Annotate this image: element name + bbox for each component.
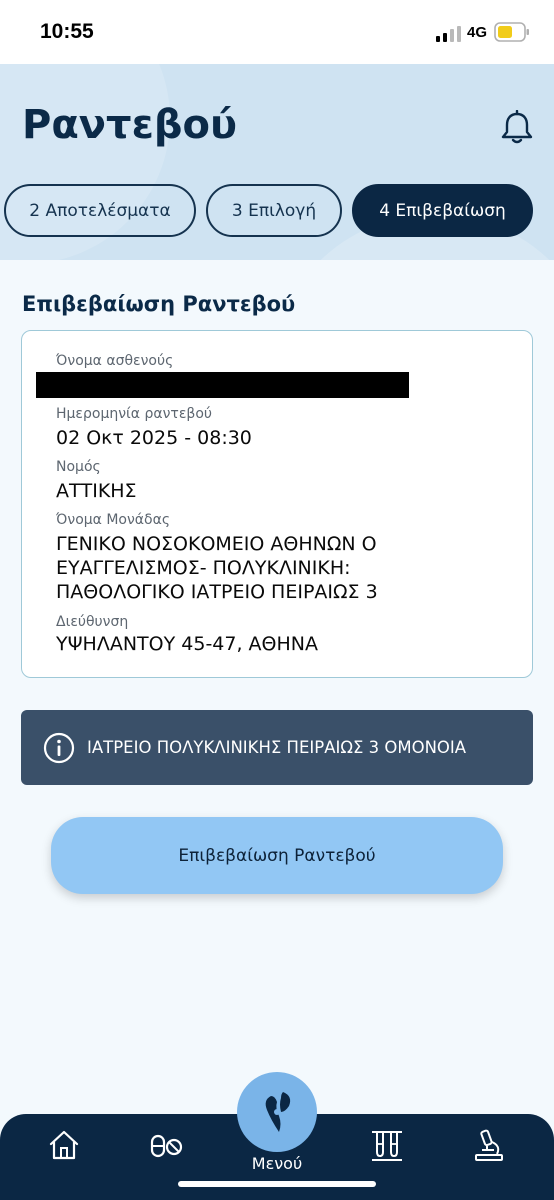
header: Ραντεβού 2 Αποτελέσματα 3 Επιλογή 4 Επιβ… bbox=[0, 64, 554, 260]
confirm-appointment-button[interactable]: Επιβεβαίωση Ραντεβού bbox=[51, 817, 503, 894]
menu-button[interactable] bbox=[237, 1072, 317, 1152]
unit-name-line: ΓΕΝΙΚΟ ΝΟΣΟΚΟΜΕΙΟ ΑΘΗΝΩΝ Ο bbox=[56, 533, 377, 555]
status-time: 10:55 bbox=[40, 20, 94, 43]
county-value: ΑΤΤΙΚΗΣ bbox=[56, 480, 137, 502]
patient-name-label: Όνομα ασθενούς bbox=[56, 353, 174, 369]
address-value: ΥΨΗΛΑΝΤΟΥ 45-47, ΑΘΗΝΑ bbox=[56, 633, 319, 655]
step-tab-confirmation[interactable]: 4 Επιβεβαίωση bbox=[352, 184, 533, 237]
info-icon bbox=[43, 732, 75, 764]
redacted-patient-name bbox=[36, 372, 409, 398]
test-tubes-icon[interactable] bbox=[370, 1128, 404, 1162]
unit-name-label: Όνομα Μονάδας bbox=[56, 512, 171, 528]
section-title: Επιβεβαίωση Ραντεβού bbox=[22, 292, 296, 316]
page-title: Ραντεβού bbox=[22, 102, 237, 148]
signal-icon bbox=[436, 26, 461, 42]
network-label: 4G bbox=[467, 24, 488, 41]
info-text: ΙΑΤΡΕΙΟ ΠΟΛΥΚΛΙΝΙΚΗΣ ΠΕΙΡΑΙΩΣ 3 ΟΜΟΝΟΙΑ bbox=[87, 738, 467, 757]
battery-icon bbox=[494, 22, 529, 42]
step-tab-results[interactable]: 2 Αποτελέσματα bbox=[4, 184, 196, 237]
home-indicator bbox=[178, 1181, 376, 1187]
menu-logo-icon bbox=[265, 1092, 291, 1132]
menu-label: Μενού bbox=[251, 1154, 303, 1173]
info-banner: ΙΑΤΡΕΙΟ ΠΟΛΥΚΛΙΝΙΚΗΣ ΠΕΙΡΑΙΩΣ 3 ΟΜΟΝΟΙΑ bbox=[21, 710, 533, 785]
address-label: Διεύθυνση bbox=[56, 614, 129, 630]
home-icon[interactable] bbox=[47, 1128, 81, 1162]
unit-name-line: ΕΥΑΓΓΕΛΙΣΜΟΣ- ΠΟΛΥΚΛΙΝΙΚΗ: bbox=[56, 557, 351, 579]
bell-icon[interactable] bbox=[500, 110, 534, 146]
appointment-details-card: Όνομα ασθενούς Ημερομηνία ραντεβού 02 Οκ… bbox=[21, 330, 533, 678]
date-label: Ημερομηνία ραντεβού bbox=[56, 406, 213, 422]
unit-name-line: ΠΑΘΟΛΟΓΙΚΟ ΙΑΤΡΕΙΟ ΠΕΙΡΑΙΩΣ 3 bbox=[56, 581, 378, 603]
status-bar: 10:55 4G bbox=[0, 0, 554, 64]
step-tab-selection[interactable]: 3 Επιλογή bbox=[206, 184, 342, 237]
date-value: 02 Οκτ 2025 - 08:30 bbox=[56, 427, 252, 449]
pills-icon[interactable] bbox=[149, 1128, 183, 1162]
county-label: Νομός bbox=[56, 459, 101, 475]
microscope-icon[interactable] bbox=[472, 1128, 506, 1162]
